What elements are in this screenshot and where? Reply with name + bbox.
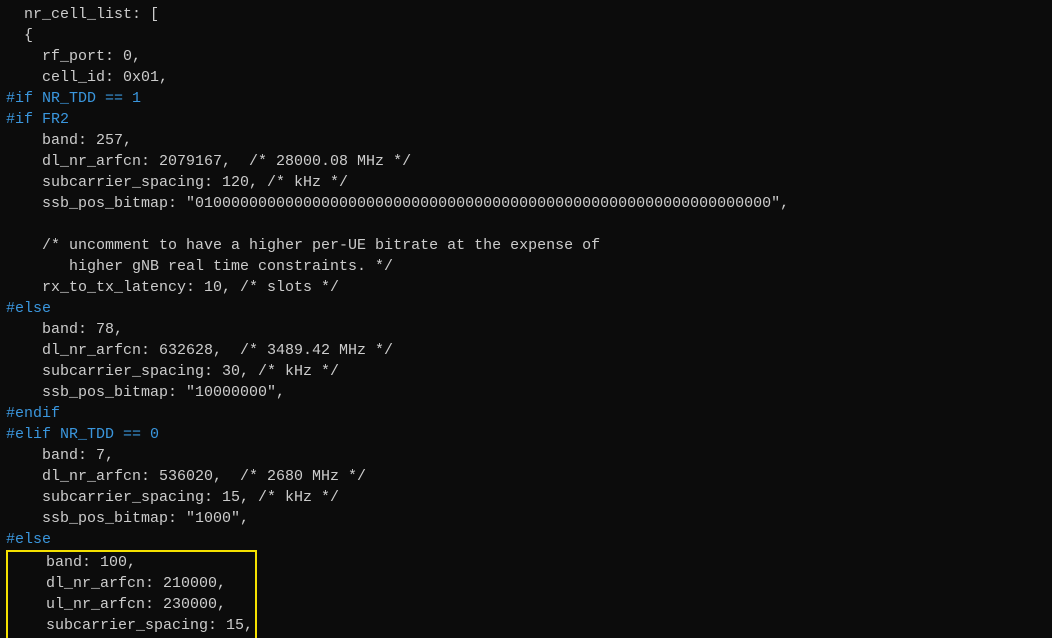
code-line: subcarrier_spacing: 15, /* kHz */ [6,489,339,506]
preproc-elif: #elif [6,426,51,443]
code-line: dl_nr_arfcn: 2079167, /* 28000.08 MHz */ [6,153,411,170]
code-line: band: 100, [10,554,235,571]
code-line: dl_nr_arfcn: 536020, /* 2680 MHz */ [6,468,366,485]
code-line: ssb_pos_bitmap: "1000", [6,510,249,527]
preproc-endif: #endif [6,405,60,422]
code-line: dl_nr_arfcn: 210000, [10,575,235,592]
preproc-else: #else [6,531,51,548]
code-line: band: 7, [6,447,114,464]
highlight-box: band: 100, dl_nr_arfcn: 210000, ul_nr_ar… [6,550,257,638]
code-line: ssb_pos_bitmap: "10000000", [6,384,285,401]
preproc-cond: NR_TDD == 0 [51,426,159,443]
code-line: band: 78, [6,321,123,338]
code-block: nr_cell_list: [ { rf_port: 0, cell_id: 0… [0,0,1052,638]
preproc-cond: FR2 [33,111,69,128]
code-line: /* uncomment to have a higher per-UE bit… [6,237,600,254]
code-line: rf_port: 0, [6,48,141,65]
preproc-if: #if [6,111,33,128]
code-line: nr_cell_list: [ [6,6,159,23]
code-line: ul_nr_arfcn: 230000, [10,596,235,613]
code-line: higher gNB real time constraints. */ [6,258,393,275]
code-line: cell_id: 0x01, [6,69,168,86]
code-line: { [6,27,33,44]
code-line: rx_to_tx_latency: 10, /* slots */ [6,279,339,296]
code-line: subcarrier_spacing: 15, [10,617,253,634]
preproc-if: #if [6,90,33,107]
code-line: dl_nr_arfcn: 632628, /* 3489.42 MHz */ [6,342,393,359]
preproc-cond: NR_TDD == 1 [33,90,141,107]
code-line: subcarrier_spacing: 120, /* kHz */ [6,174,348,191]
code-line: subcarrier_spacing: 30, /* kHz */ [6,363,339,380]
code-line: ssb_pos_bitmap: "01000000000000000000000… [6,195,789,212]
preproc-else: #else [6,300,51,317]
code-line: band: 257, [6,132,132,149]
